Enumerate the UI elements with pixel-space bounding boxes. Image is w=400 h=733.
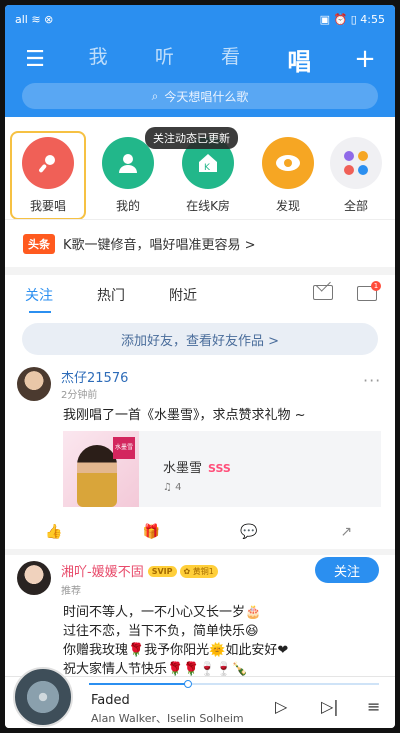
like-icon[interactable]: 👍 — [44, 524, 64, 540]
quick-mine-label: 我的 — [115, 199, 140, 213]
feed-tabs: 关注 热门 附近 1 — [5, 275, 395, 315]
playlist-icon[interactable]: ≡ — [367, 697, 380, 716]
tab-me[interactable]: 我 — [89, 42, 108, 77]
song-name-line: 水墨雪 SSS — [163, 457, 231, 476]
tab-watch[interactable]: 看 — [221, 42, 240, 77]
mini-player[interactable]: Faded Alan Walker、Iselin Solheim ▷ ▷| ≡ — [5, 667, 395, 728]
post-time: 2分钟前 — [61, 390, 98, 401]
avatar[interactable] — [17, 561, 51, 595]
quick-all-label: 全部 — [343, 199, 368, 213]
post2-tag: 推荐 — [61, 586, 81, 597]
post-actions: 👍 🎁 💬 ↗ — [5, 515, 395, 549]
song-name: 水墨雪 — [163, 461, 203, 476]
app-screen: all ≋ ⊗ ▣ ⏰ ▯ 4:55 ☰ 我 听 看 唱 + ⌕ 今天想唱什么歌… — [5, 5, 395, 728]
quick-sing[interactable]: 我要唱 — [10, 131, 86, 220]
search-bar[interactable]: ⌕ 今天想唱什么歌 — [22, 83, 378, 109]
headline-text: K歌一键修音，唱好唱准更容易 > — [63, 238, 256, 253]
hamburger-icon[interactable]: ☰ — [5, 47, 65, 72]
status-bar: all ≋ ⊗ ▣ ⏰ ▯ 4:55 — [5, 5, 395, 33]
add-friend-button[interactable]: 添加好友，查看好友作品 > — [22, 323, 378, 355]
message-badge: 1 — [371, 281, 381, 291]
follow-button[interactable]: 关注 — [315, 557, 379, 583]
more-icon[interactable]: ··· — [363, 371, 381, 390]
quick-actions: 关注动态已更新 我要唱 我的 K 在线K房 发现 全部 — [5, 117, 395, 220]
song-card[interactable]: 水墨雪 水墨雪 SSS ♫ 4 — [63, 431, 381, 507]
post-text: 我刚唱了一首《水墨雪》，求点赞求礼物 ~ — [63, 408, 306, 423]
microphone-icon — [22, 137, 74, 189]
song-grade: SSS — [208, 462, 231, 475]
comment-icon[interactable]: 💬 — [239, 524, 259, 540]
next-icon[interactable]: ▷| — [321, 697, 339, 716]
status-left: all ≋ ⊗ — [15, 12, 54, 26]
play-icon[interactable]: ▷ — [275, 697, 287, 716]
tab-popular[interactable]: 热门 — [97, 285, 125, 305]
headline-tag: 头条 — [23, 233, 55, 254]
tab-sing[interactable]: 唱 — [287, 42, 311, 77]
top-header: all ≋ ⊗ ▣ ⏰ ▯ 4:55 ☰ 我 听 看 唱 + ⌕ 今天想唱什么歌 — [5, 5, 395, 117]
svip-badge: SVIP — [147, 566, 177, 577]
tab-listen[interactable]: 听 — [155, 42, 174, 77]
post2-user-line: 湘吖-媛媛不固 SVIP ✿ 黄铜1 — [61, 561, 218, 580]
headline-banner[interactable]: 头条 K歌一键修音，唱好唱准更容易 > — [5, 219, 395, 267]
song-cover: 水墨雪 — [63, 431, 139, 507]
avatar[interactable] — [17, 367, 51, 401]
listen-count: ♫ 4 — [163, 482, 182, 493]
divider — [5, 549, 395, 555]
album-disc[interactable] — [13, 667, 73, 727]
device-frame: all ≋ ⊗ ▣ ⏰ ▯ 4:55 ☰ 我 听 看 唱 + ⌕ 今天想唱什么歌… — [0, 0, 400, 733]
post2-username[interactable]: 湘吖-媛媛不固 — [61, 565, 144, 580]
main-tabs: 我 听 看 唱 — [65, 42, 335, 77]
search-placeholder: 今天想唱什么歌 — [164, 89, 249, 104]
post-username[interactable]: 杰仔21576 — [61, 367, 128, 386]
progress-fill — [89, 683, 188, 685]
eye-icon — [262, 137, 314, 189]
grid-icon — [330, 137, 382, 189]
update-tooltip: 关注动态已更新 — [145, 127, 238, 149]
cover-label: 水墨雪 — [113, 437, 135, 459]
mail-icon[interactable] — [313, 285, 333, 300]
tab-nearby[interactable]: 附近 — [169, 285, 197, 305]
share-icon[interactable]: ↗ — [336, 524, 356, 540]
quick-all[interactable]: 全部 — [324, 137, 388, 214]
player-title: Faded — [91, 693, 130, 708]
progress-knob[interactable] — [183, 680, 192, 688]
tab-following[interactable]: 关注 — [25, 285, 53, 313]
quick-k-room-label: 在线K房 — [186, 199, 230, 213]
gift-icon[interactable]: 🎁 — [141, 524, 161, 540]
top-nav: ☰ 我 听 看 唱 + — [5, 39, 395, 79]
search-icon: ⌕ — [151, 88, 159, 103]
singer-figure — [77, 445, 117, 507]
quick-discover[interactable]: 发现 — [256, 137, 320, 214]
status-right: ▣ ⏰ ▯ 4:55 — [319, 12, 385, 26]
divider — [5, 267, 395, 275]
plus-icon[interactable]: + — [335, 44, 395, 74]
quick-discover-label: 发现 — [275, 199, 300, 213]
player-artist: Alan Walker、Iselin Solheim — [91, 712, 244, 725]
quick-sing-label: 我要唱 — [29, 199, 66, 213]
level-badge: ✿ 黄铜1 — [179, 565, 218, 578]
progress-bar[interactable] — [89, 680, 379, 688]
quick-mine[interactable]: 我的 — [96, 137, 160, 214]
